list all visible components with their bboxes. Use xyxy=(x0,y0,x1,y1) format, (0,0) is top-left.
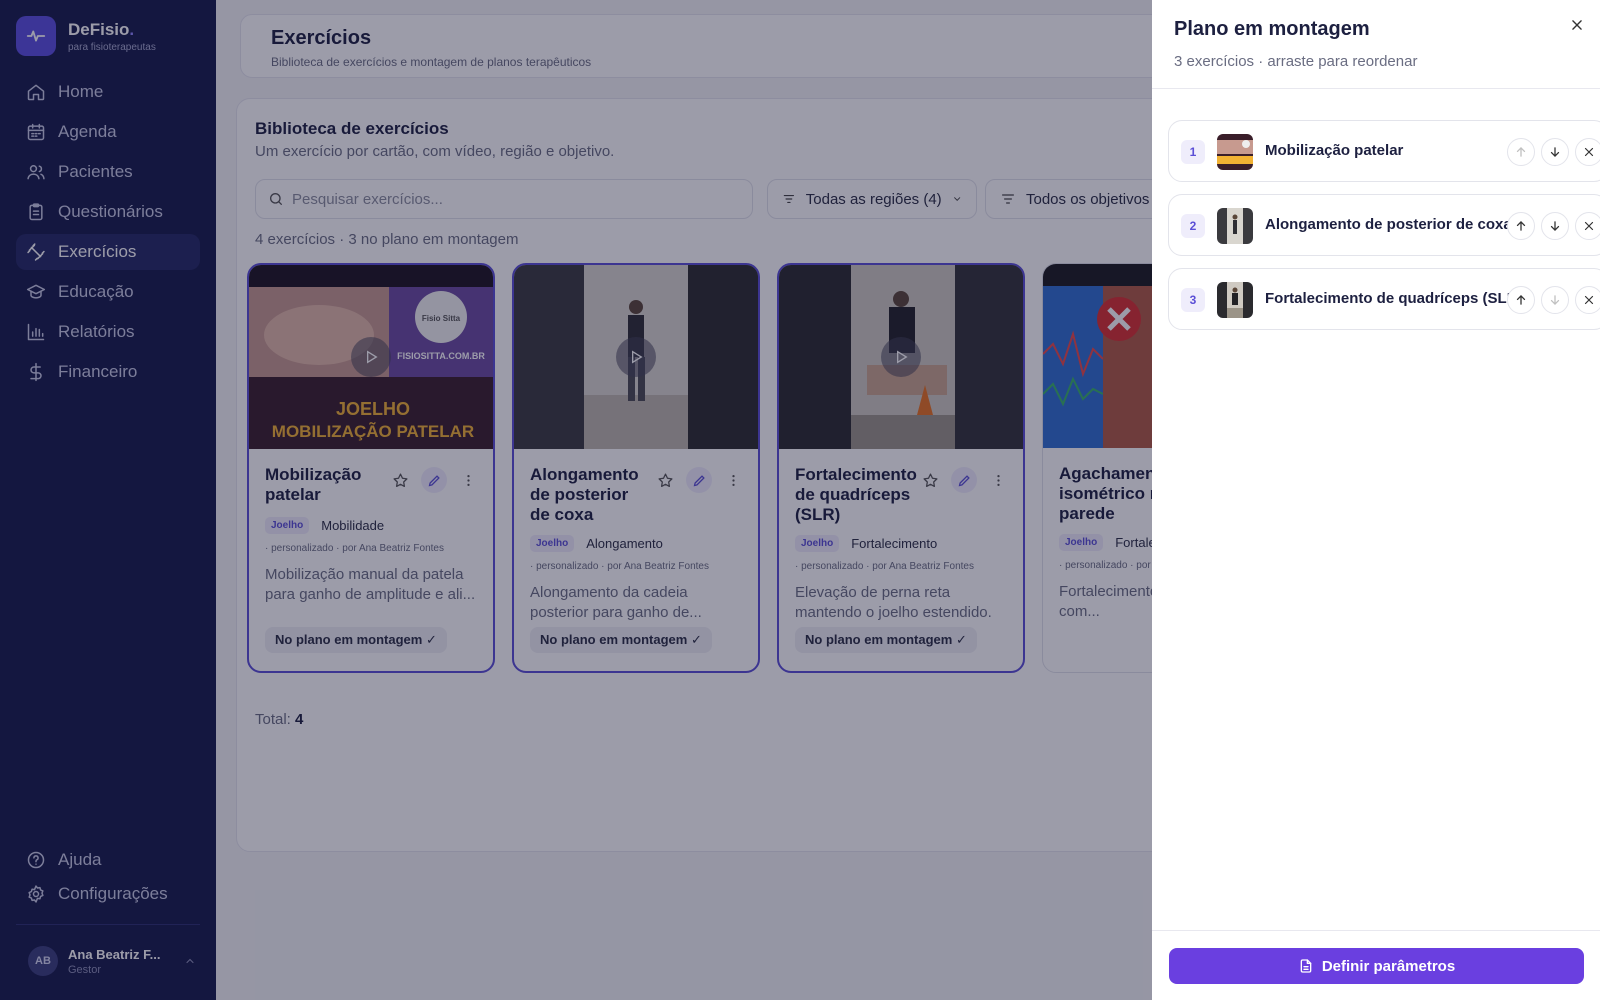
plan-item-number: 1 xyxy=(1181,140,1205,164)
plan-item-thumbnail xyxy=(1217,208,1253,244)
plan-item-number: 3 xyxy=(1181,288,1205,312)
arrow-down-icon xyxy=(1550,147,1560,157)
drawer-divider xyxy=(1152,88,1600,89)
plan-item-name: Alongamento de posterior de coxa xyxy=(1265,216,1512,233)
close-icon xyxy=(1584,295,1594,305)
plan-item-thumbnail xyxy=(1217,134,1253,170)
move-down-button[interactable] xyxy=(1541,212,1569,240)
close-icon xyxy=(1572,20,1582,30)
plan-item-number: 2 xyxy=(1181,214,1205,238)
move-up-button[interactable] xyxy=(1507,138,1535,166)
file-text-icon xyxy=(1300,959,1312,973)
plan-drawer: Plano em montagem 3 exercícios · arraste… xyxy=(1152,0,1600,1000)
plan-item[interactable]: 2 Alongamento de posterior de coxa xyxy=(1168,194,1600,256)
arrow-up-icon xyxy=(1516,221,1526,231)
remove-button[interactable] xyxy=(1575,212,1600,240)
define-parameters-label: Definir parâmetros xyxy=(1321,957,1456,975)
close-button[interactable] xyxy=(1566,14,1588,36)
modal-overlay[interactable] xyxy=(0,0,1152,1000)
arrow-down-icon xyxy=(1550,221,1560,231)
remove-button[interactable] xyxy=(1575,286,1600,314)
drawer-title: Plano em montagem xyxy=(1174,18,1370,40)
remove-button[interactable] xyxy=(1575,138,1600,166)
drawer-footer-divider xyxy=(1152,930,1600,931)
move-down-button[interactable] xyxy=(1541,286,1569,314)
close-icon xyxy=(1584,147,1594,157)
plan-item[interactable]: 3 Fortalecimento de quadríceps (SLR) xyxy=(1168,268,1600,330)
move-down-button[interactable] xyxy=(1541,138,1569,166)
move-up-button[interactable] xyxy=(1507,212,1535,240)
plan-item-name: Mobilização patelar xyxy=(1265,142,1404,159)
arrow-up-icon xyxy=(1516,147,1526,157)
arrow-down-icon xyxy=(1550,295,1560,305)
drawer-subtitle: 3 exercícios · arraste para reordenar xyxy=(1174,53,1418,70)
arrow-up-icon xyxy=(1516,295,1526,305)
plan-item-thumbnail xyxy=(1217,282,1253,318)
plan-item-name: Fortalecimento de quadríceps (SLR) xyxy=(1265,290,1523,307)
define-parameters-button[interactable]: Definir parâmetros xyxy=(1169,948,1584,984)
plan-item[interactable]: 1 Mobilização patelar xyxy=(1168,120,1600,182)
close-icon xyxy=(1584,221,1594,231)
move-up-button[interactable] xyxy=(1507,286,1535,314)
